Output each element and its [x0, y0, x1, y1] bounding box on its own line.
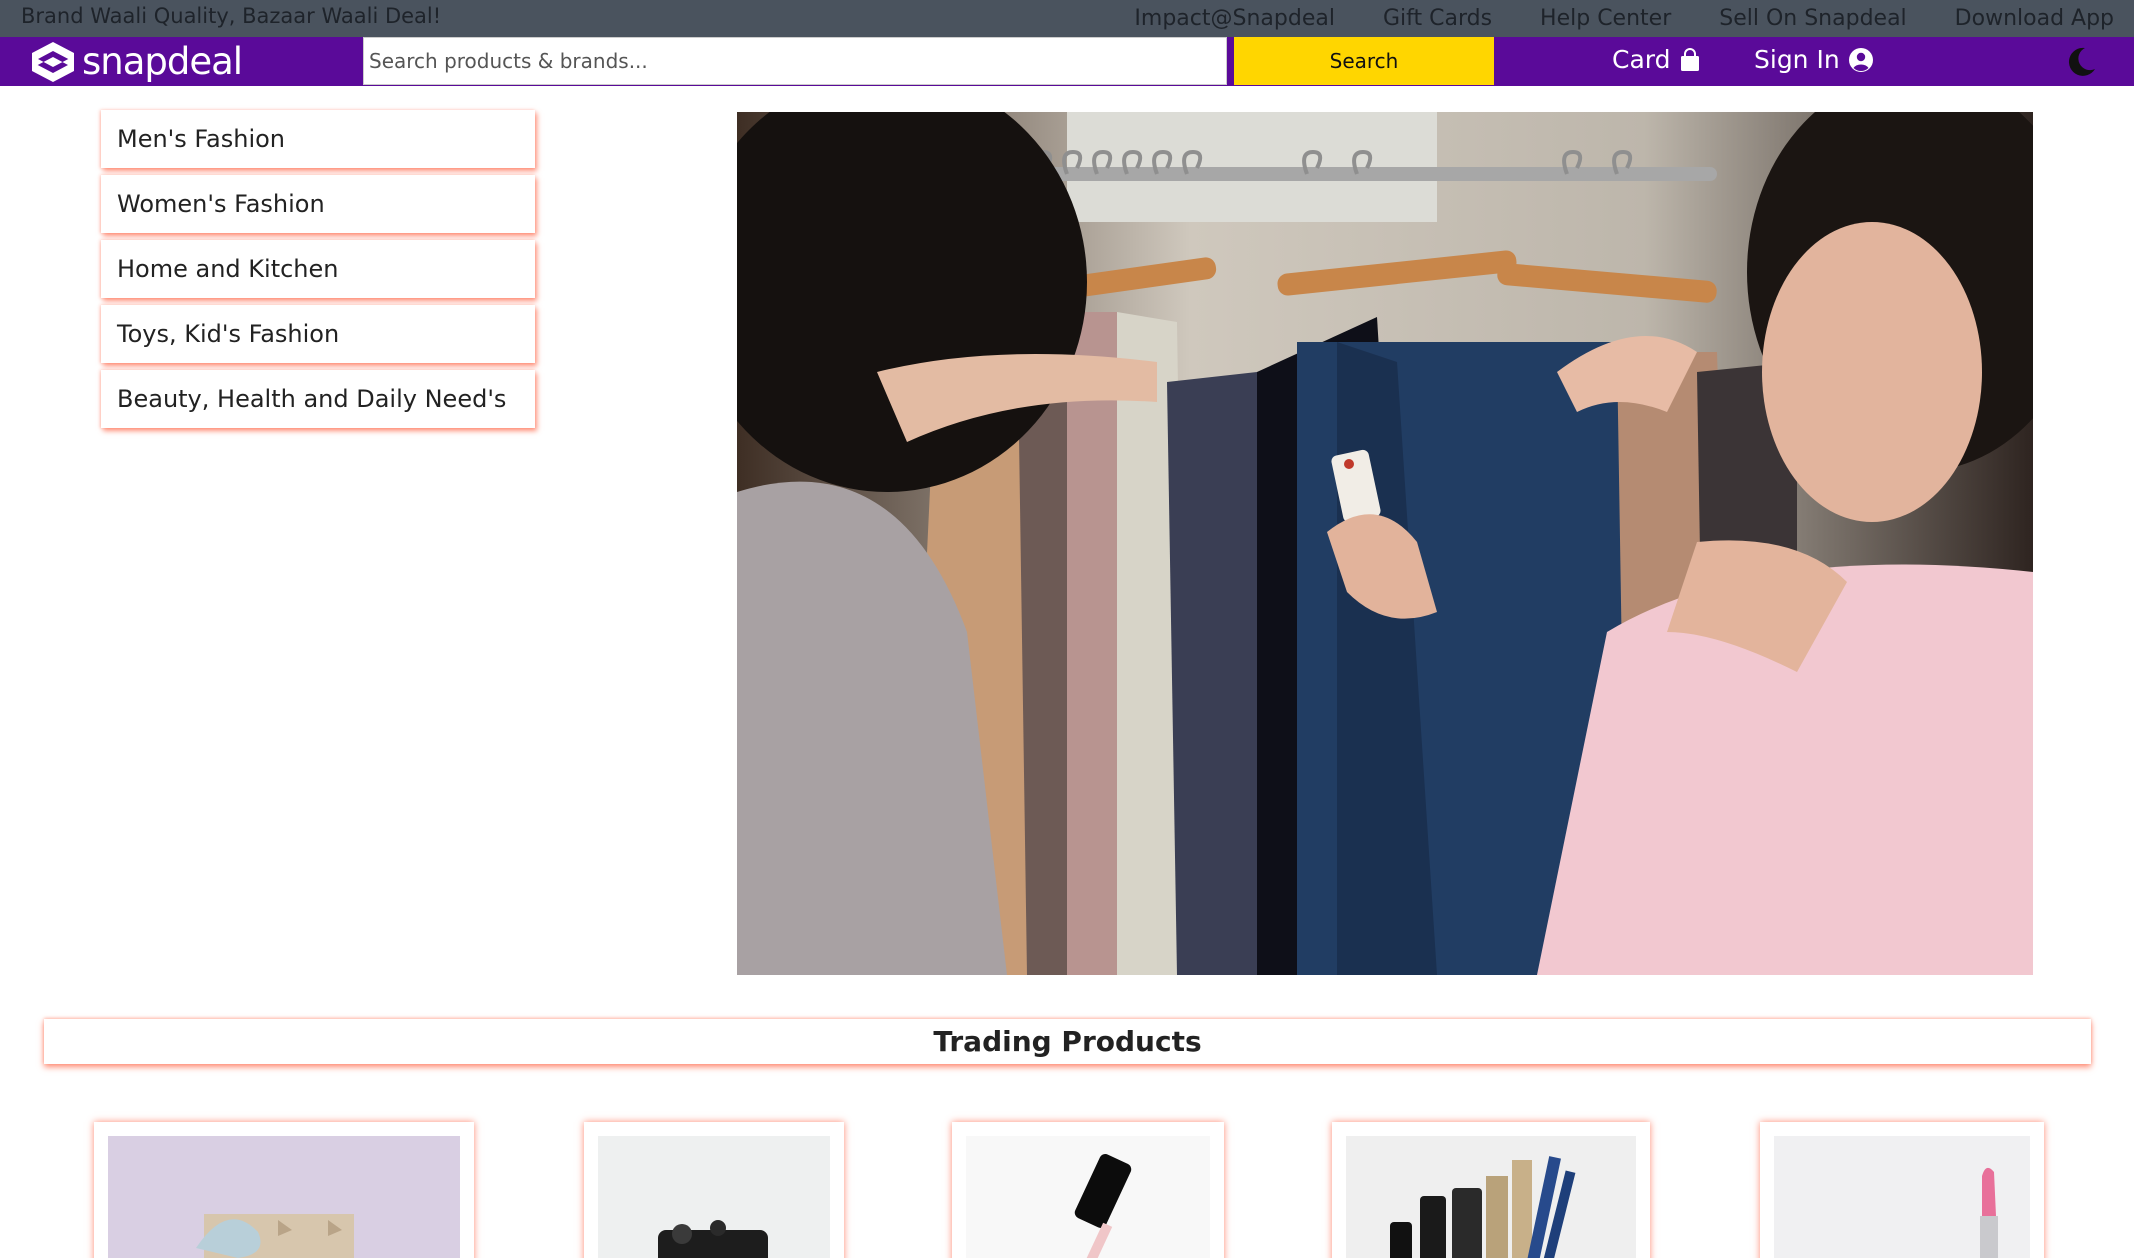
cart-label: Card	[1612, 45, 1671, 74]
top-link-help-center[interactable]: Help Center	[1540, 6, 1671, 31]
product-card-camera[interactable]	[584, 1122, 844, 1258]
product-card-gift-box[interactable]	[94, 1122, 474, 1258]
product-card-lip-gloss[interactable]	[952, 1122, 1224, 1258]
top-strip: Brand Waali Quality, Bazaar Waali Deal! …	[0, 0, 2134, 37]
product-image-makeup-kit	[1346, 1136, 1636, 1258]
snapdeal-logo-icon	[32, 41, 74, 82]
category-mens-fashion[interactable]: Men's Fashion	[101, 110, 535, 168]
dark-mode-moon-icon[interactable]	[2064, 45, 2098, 79]
category-toys-kids[interactable]: Toys, Kid's Fashion	[101, 305, 535, 363]
top-link-sell[interactable]: Sell On Snapdeal	[1719, 6, 1906, 31]
trading-products-title: Trading Products	[933, 1025, 1202, 1058]
top-link-gift-cards[interactable]: Gift Cards	[1383, 6, 1492, 31]
snapdeal-logo[interactable]: snapdeal	[30, 39, 243, 84]
category-beauty-health[interactable]: Beauty, Health and Daily Need's	[101, 370, 535, 428]
top-links: Impact@Snapdeal Gift Cards Help Center S…	[1134, 6, 2114, 31]
category-womens-fashion[interactable]: Women's Fashion	[101, 175, 535, 233]
hero-clothing-rack-illustration	[737, 112, 2033, 975]
signin-link[interactable]: Sign In	[1754, 45, 1874, 74]
product-card-lipstick[interactable]	[1760, 1122, 2044, 1258]
product-image-camera	[598, 1136, 830, 1258]
user-circle-icon	[1848, 47, 1873, 72]
logo-text: snapdeal	[82, 40, 243, 83]
signin-label: Sign In	[1754, 45, 1840, 74]
main-navbar: snapdeal Search Card Sign In	[0, 37, 2134, 86]
product-card-makeup-kit[interactable]	[1332, 1122, 1650, 1258]
top-link-impact[interactable]: Impact@Snapdeal	[1134, 6, 1335, 31]
cart-link[interactable]: Card	[1612, 45, 1702, 74]
search-input[interactable]	[363, 37, 1227, 85]
shopping-bag-icon	[1681, 47, 1700, 71]
search-button[interactable]: Search	[1234, 37, 1494, 85]
product-image-lip-gloss	[966, 1136, 1210, 1258]
tagline: Brand Waali Quality, Bazaar Waali Deal!	[21, 4, 442, 28]
category-menu: Men's Fashion Women's Fashion Home and K…	[101, 110, 535, 435]
hero-banner-image[interactable]	[737, 112, 2033, 975]
product-image-lipstick	[1774, 1136, 2030, 1258]
product-image-gift-box	[108, 1136, 460, 1258]
category-home-kitchen[interactable]: Home and Kitchen	[101, 240, 535, 298]
trading-products-header: Trading Products	[44, 1019, 2091, 1064]
top-link-download-app[interactable]: Download App	[1955, 6, 2114, 31]
